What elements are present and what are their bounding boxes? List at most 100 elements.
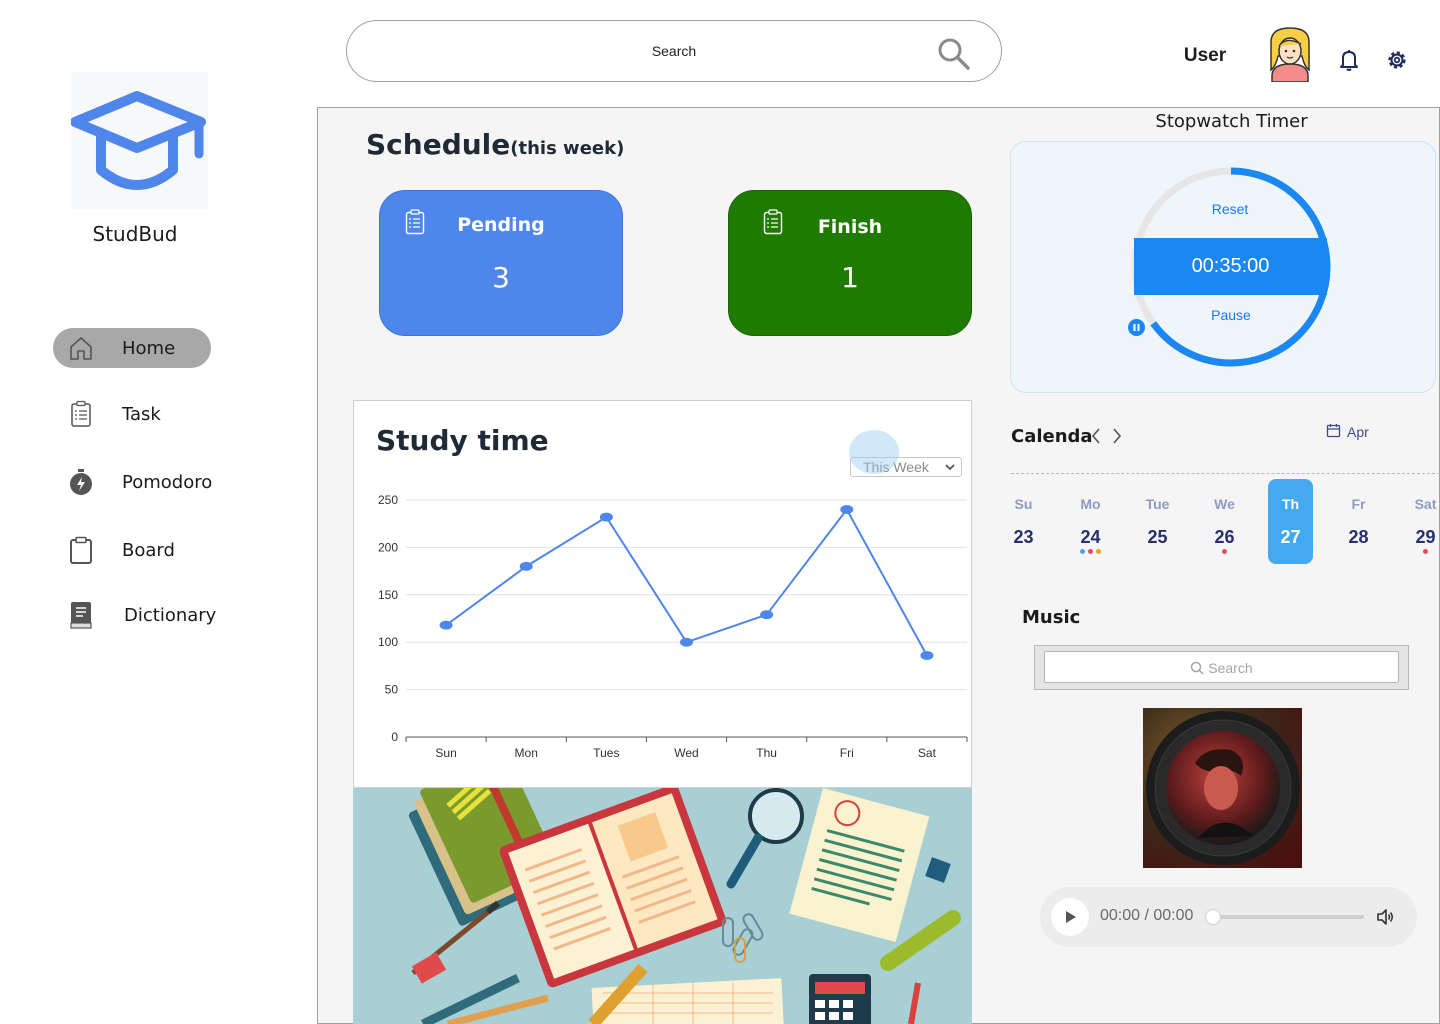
x-tick-label: Tues: [593, 746, 619, 760]
music-search-input[interactable]: Search: [1044, 651, 1399, 683]
sidebar-item-label: Dictionary: [124, 604, 217, 626]
calendar-icon: [1326, 423, 1341, 441]
x-tick-label: Thu: [756, 746, 777, 760]
search-icon[interactable]: [937, 37, 971, 76]
study-desk-illustration: [408, 788, 961, 1024]
sidebar-item-label: Pomodoro: [122, 471, 213, 493]
schedule-title-text: Schedule: [366, 128, 511, 161]
event-dots: [1403, 549, 1440, 554]
calendar-day-name: Sat: [1414, 496, 1437, 512]
calendar-day[interactable]: Su 23: [1001, 479, 1046, 564]
calendar-month-label: Apr: [1347, 424, 1369, 440]
calendar-day[interactable]: We 26: [1202, 479, 1247, 564]
user-avatar-icon: [1270, 27, 1310, 83]
pause-icon[interactable]: [1128, 319, 1145, 336]
chart-data-point[interactable]: [760, 610, 774, 620]
calendar-month-picker[interactable]: Apr: [1326, 423, 1369, 441]
calendar-day-number: 27: [1280, 527, 1301, 547]
gear-icon[interactable]: [1385, 48, 1409, 77]
y-tick-label: 250: [378, 493, 398, 507]
calendar-day[interactable]: Tue 25: [1135, 479, 1180, 564]
event-dots: [1068, 549, 1113, 554]
finish-card[interactable]: Finish 1: [728, 190, 972, 336]
y-tick-label: 100: [378, 635, 398, 649]
chart-data-point[interactable]: [840, 504, 854, 514]
pending-count: 3: [492, 261, 510, 294]
music-search-placeholder: Search: [1045, 660, 1398, 676]
study-time-chart: 0 50 100 150 200 250 Sun Mon Tues Wed Thu Fri Sat: [378, 493, 968, 760]
audio-seek-thumb[interactable]: [1205, 909, 1221, 925]
event-dots: [1202, 549, 1247, 554]
calendar-divider: [1011, 473, 1440, 474]
album-cover-image: [1143, 708, 1302, 868]
calendar-day-name: We: [1214, 496, 1235, 512]
app-name: StudBud: [92, 222, 178, 246]
calendar-title: Calenda: [1011, 426, 1093, 447]
sidebar-item-label: Home: [122, 337, 176, 359]
x-tick-label: Wed: [674, 746, 698, 760]
user-name[interactable]: User: [1170, 45, 1240, 67]
calendar-day-name: Su: [1014, 496, 1033, 512]
volume-icon[interactable]: [1375, 907, 1395, 932]
book-icon: [67, 601, 95, 629]
stopwatch-time-display: 00:35:00: [1134, 238, 1327, 295]
chart-data-point[interactable]: [599, 512, 613, 522]
stopwatch-pause-button[interactable]: Pause: [1191, 307, 1271, 323]
calendar-day-selected[interactable]: Th 27: [1268, 479, 1313, 564]
calendar-day-number: 28: [1348, 527, 1369, 547]
chart-data-point[interactable]: [680, 637, 693, 647]
sidebar-item-task[interactable]: Task: [53, 394, 211, 434]
chart-data-point[interactable]: [439, 620, 453, 630]
graduation-cap-icon: [70, 91, 206, 190]
home-icon: [67, 334, 95, 362]
avatar[interactable]: [1264, 26, 1316, 83]
y-tick-label: 0: [391, 730, 398, 744]
schedule-title: Schedule(this week): [366, 128, 624, 161]
x-tick-label: Sun: [435, 746, 456, 760]
chevron-right-icon[interactable]: [1110, 426, 1124, 451]
sidebar-item-board[interactable]: Board: [53, 530, 211, 570]
click-ripple: [849, 430, 899, 474]
calendar-day-number: 24: [1080, 527, 1101, 547]
album-art: [1143, 708, 1302, 868]
calendar-day-name: Fr: [1351, 496, 1366, 512]
sidebar-item-label: Task: [122, 403, 161, 425]
search-input[interactable]: Search: [346, 20, 1002, 82]
y-tick-label: 200: [378, 540, 398, 554]
pending-card[interactable]: Pending 3: [379, 190, 623, 336]
sidebar-item-pomodoro[interactable]: Pomodoro: [53, 462, 213, 502]
board-icon: [67, 536, 95, 564]
play-icon: [1066, 911, 1076, 923]
chart-data-point[interactable]: [920, 650, 934, 660]
y-tick-label: 150: [378, 588, 398, 602]
schedule-subtitle: (this week): [510, 138, 625, 159]
stopwatch-title: Stopwatch Timer: [1155, 111, 1308, 132]
sidebar-item-dictionary[interactable]: Dictionary: [53, 595, 216, 635]
stopwatch-reset-button[interactable]: Reset: [1190, 201, 1270, 217]
app-logo[interactable]: [70, 72, 208, 209]
calendar-day-name: Tue: [1145, 496, 1170, 512]
calendar-day-number: 23: [1013, 527, 1034, 547]
sidebar-item-home[interactable]: Home: [53, 328, 211, 368]
search-icon: [1190, 660, 1208, 676]
x-tick-label: Mon: [515, 746, 538, 760]
chart-data-point[interactable]: [519, 561, 533, 571]
calendar-day[interactable]: Fr 28: [1336, 479, 1381, 564]
finish-count: 1: [841, 261, 859, 294]
chart-series-line: [445, 507, 928, 656]
music-search-text: Search: [1208, 660, 1253, 676]
stopwatch-icon: [67, 468, 95, 496]
play-button[interactable]: [1051, 898, 1089, 936]
finish-label: Finish: [817, 216, 883, 238]
calendar-day[interactable]: Sat 29: [1403, 479, 1440, 564]
audio-seek-bar[interactable]: [1212, 915, 1364, 919]
calendar-day-number: 25: [1147, 527, 1168, 547]
chevron-down-icon: [943, 458, 957, 480]
sidebar-item-label: Board: [122, 539, 175, 561]
chevron-left-icon[interactable]: [1089, 426, 1103, 451]
bell-icon[interactable]: [1338, 48, 1360, 77]
x-tick-label: Fri: [840, 746, 854, 760]
calendar-day[interactable]: Mo 24: [1068, 479, 1113, 564]
pending-label: Pending: [457, 214, 545, 236]
audio-time: 00:00 / 00:00: [1100, 907, 1194, 924]
